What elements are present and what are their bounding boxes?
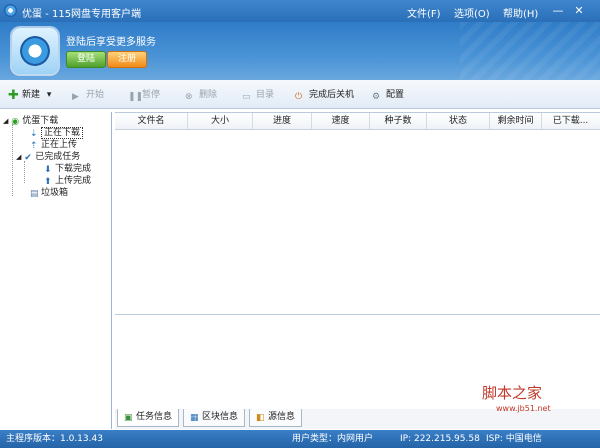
task-list[interactable]: 文件名 大小 进度 速度 种子数 状态 剩余时间 已下载... — [115, 112, 600, 313]
check-icon: ✔ — [24, 153, 32, 163]
logo-icon — [12, 28, 58, 74]
start-button[interactable]: ▶ 开始 — [72, 88, 104, 102]
pause-icon: ❚❚ — [128, 92, 144, 102]
tab-block-info[interactable]: ▦ 区块信息 — [183, 409, 246, 427]
trash-icon: ▤ — [30, 189, 39, 199]
register-button[interactable]: 注册 — [107, 51, 147, 68]
column-size[interactable]: 大小 — [188, 113, 253, 129]
delete-icon: ⊗ — [185, 92, 193, 102]
tree-item-root[interactable]: ◢ ◉ 优蛋下载 — [3, 115, 58, 127]
plus-icon: ✚ — [8, 88, 19, 103]
login-button[interactable]: 登陆 — [66, 51, 106, 68]
folder-button[interactable]: ▭ 目录 — [242, 88, 274, 102]
grid-icon: ▦ — [190, 413, 199, 423]
source-icon: ◧ — [256, 413, 265, 423]
pause-button[interactable]: ❚❚暂停 — [128, 88, 160, 102]
tab-task-info[interactable]: ▣ 任务信息 — [117, 409, 180, 427]
menu-file[interactable]: 文件(F) — [407, 5, 441, 20]
column-remaining-time[interactable]: 剩余时间 — [490, 113, 542, 129]
collapse-icon[interactable]: ◢ — [16, 153, 21, 161]
status-isp: ISP: 中国电信 — [486, 434, 542, 444]
toolbar: ✚ 新建 ▾ ▶ 开始 ❚❚暂停 ⊗ 删除 ▭ 目录 ⏻ 完成后关机 ⚙ 配置 — [0, 80, 600, 109]
arrow-down-icon: ⬇ — [44, 165, 52, 175]
watermark-text: 脚本之家 — [482, 384, 543, 402]
tree-item-downloading[interactable]: ⇣ 正在下载 — [30, 127, 84, 139]
config-button[interactable]: ⚙ 配置 — [372, 88, 404, 102]
arrow-up-icon: ⬆ — [44, 177, 52, 187]
promo-text: 登陆后享受更多服务 — [66, 37, 156, 48]
column-seeds[interactable]: 种子数 — [370, 113, 427, 129]
app-icon — [4, 4, 17, 17]
play-icon: ▶ — [72, 92, 79, 102]
column-status[interactable]: 状态 — [427, 113, 490, 129]
column-filename[interactable]: 文件名 — [115, 113, 188, 129]
tree-item-upload-done[interactable]: ⬆ 上传完成 — [44, 175, 91, 187]
status-user-type: 用户类型：内网用户 — [292, 434, 374, 444]
upload-icon: ⇡ — [30, 141, 38, 151]
column-progress[interactable]: 进度 — [253, 113, 312, 129]
gear-icon: ⚙ — [372, 92, 381, 102]
tree-item-trash[interactable]: ▤ 垃圾箱 — [30, 187, 68, 199]
egg-download-icon: ◉ — [11, 117, 20, 127]
tree-item-download-done[interactable]: ⬇ 下载完成 — [44, 163, 91, 175]
tree-item-uploading[interactable]: ⇡ 正在上传 — [30, 139, 77, 151]
title-bar: 优蛋 - 115网盘专用客户端 文件(F) 选项(O) 帮助(H) — ✕ — [0, 0, 600, 22]
folder-icon: ▭ — [242, 92, 251, 102]
column-downloaded[interactable]: 已下载... — [542, 113, 599, 129]
menu-options[interactable]: 选项(O) — [454, 5, 490, 20]
new-button[interactable]: ✚ 新建 ▾ — [8, 88, 51, 102]
download-icon: ⇣ — [30, 129, 38, 139]
shutdown-after-complete-button[interactable]: ⏻ 完成后关机 — [295, 88, 354, 102]
chevron-down-icon[interactable]: ▾ — [47, 90, 52, 100]
collapse-icon[interactable]: ◢ — [3, 117, 8, 125]
menu-help[interactable]: 帮助(H) — [503, 5, 538, 20]
watermark-url: www.jb51.net — [496, 404, 551, 413]
status-version: 主程序版本：1.0.13.43 — [6, 434, 103, 444]
task-tree: ◢ ◉ 优蛋下载 ⇣ 正在下载 ⇡ 正在上传 ◢ ✔ 已完成任务 ⬇ 下载完成 ⬆ 上传完成… — [0, 112, 112, 429]
power-icon: ⏻ — [295, 92, 303, 102]
tree-item-completed[interactable]: ◢ ✔ 已完成任务 — [16, 151, 80, 163]
task-list-header: 文件名 大小 进度 速度 种子数 状态 剩余时间 已下载... — [115, 113, 600, 130]
tab-source-info[interactable]: ◧ 源信息 — [249, 409, 303, 427]
status-ip: IP: 222.215.95.58 — [400, 434, 480, 444]
delete-button[interactable]: ⊗ 删除 — [185, 88, 217, 102]
window-title: 优蛋 - 115网盘专用客户端 — [22, 9, 142, 20]
minimize-button[interactable]: — — [551, 5, 565, 17]
column-speed[interactable]: 速度 — [312, 113, 370, 129]
status-bar: 主程序版本：1.0.13.43 用户类型：内网用户 IP: 222.215.95… — [0, 430, 600, 448]
close-button[interactable]: ✕ — [572, 5, 586, 17]
picture-icon: ▣ — [124, 413, 133, 423]
banner: 登陆后享受更多服务 登陆 注册 — [0, 22, 600, 80]
